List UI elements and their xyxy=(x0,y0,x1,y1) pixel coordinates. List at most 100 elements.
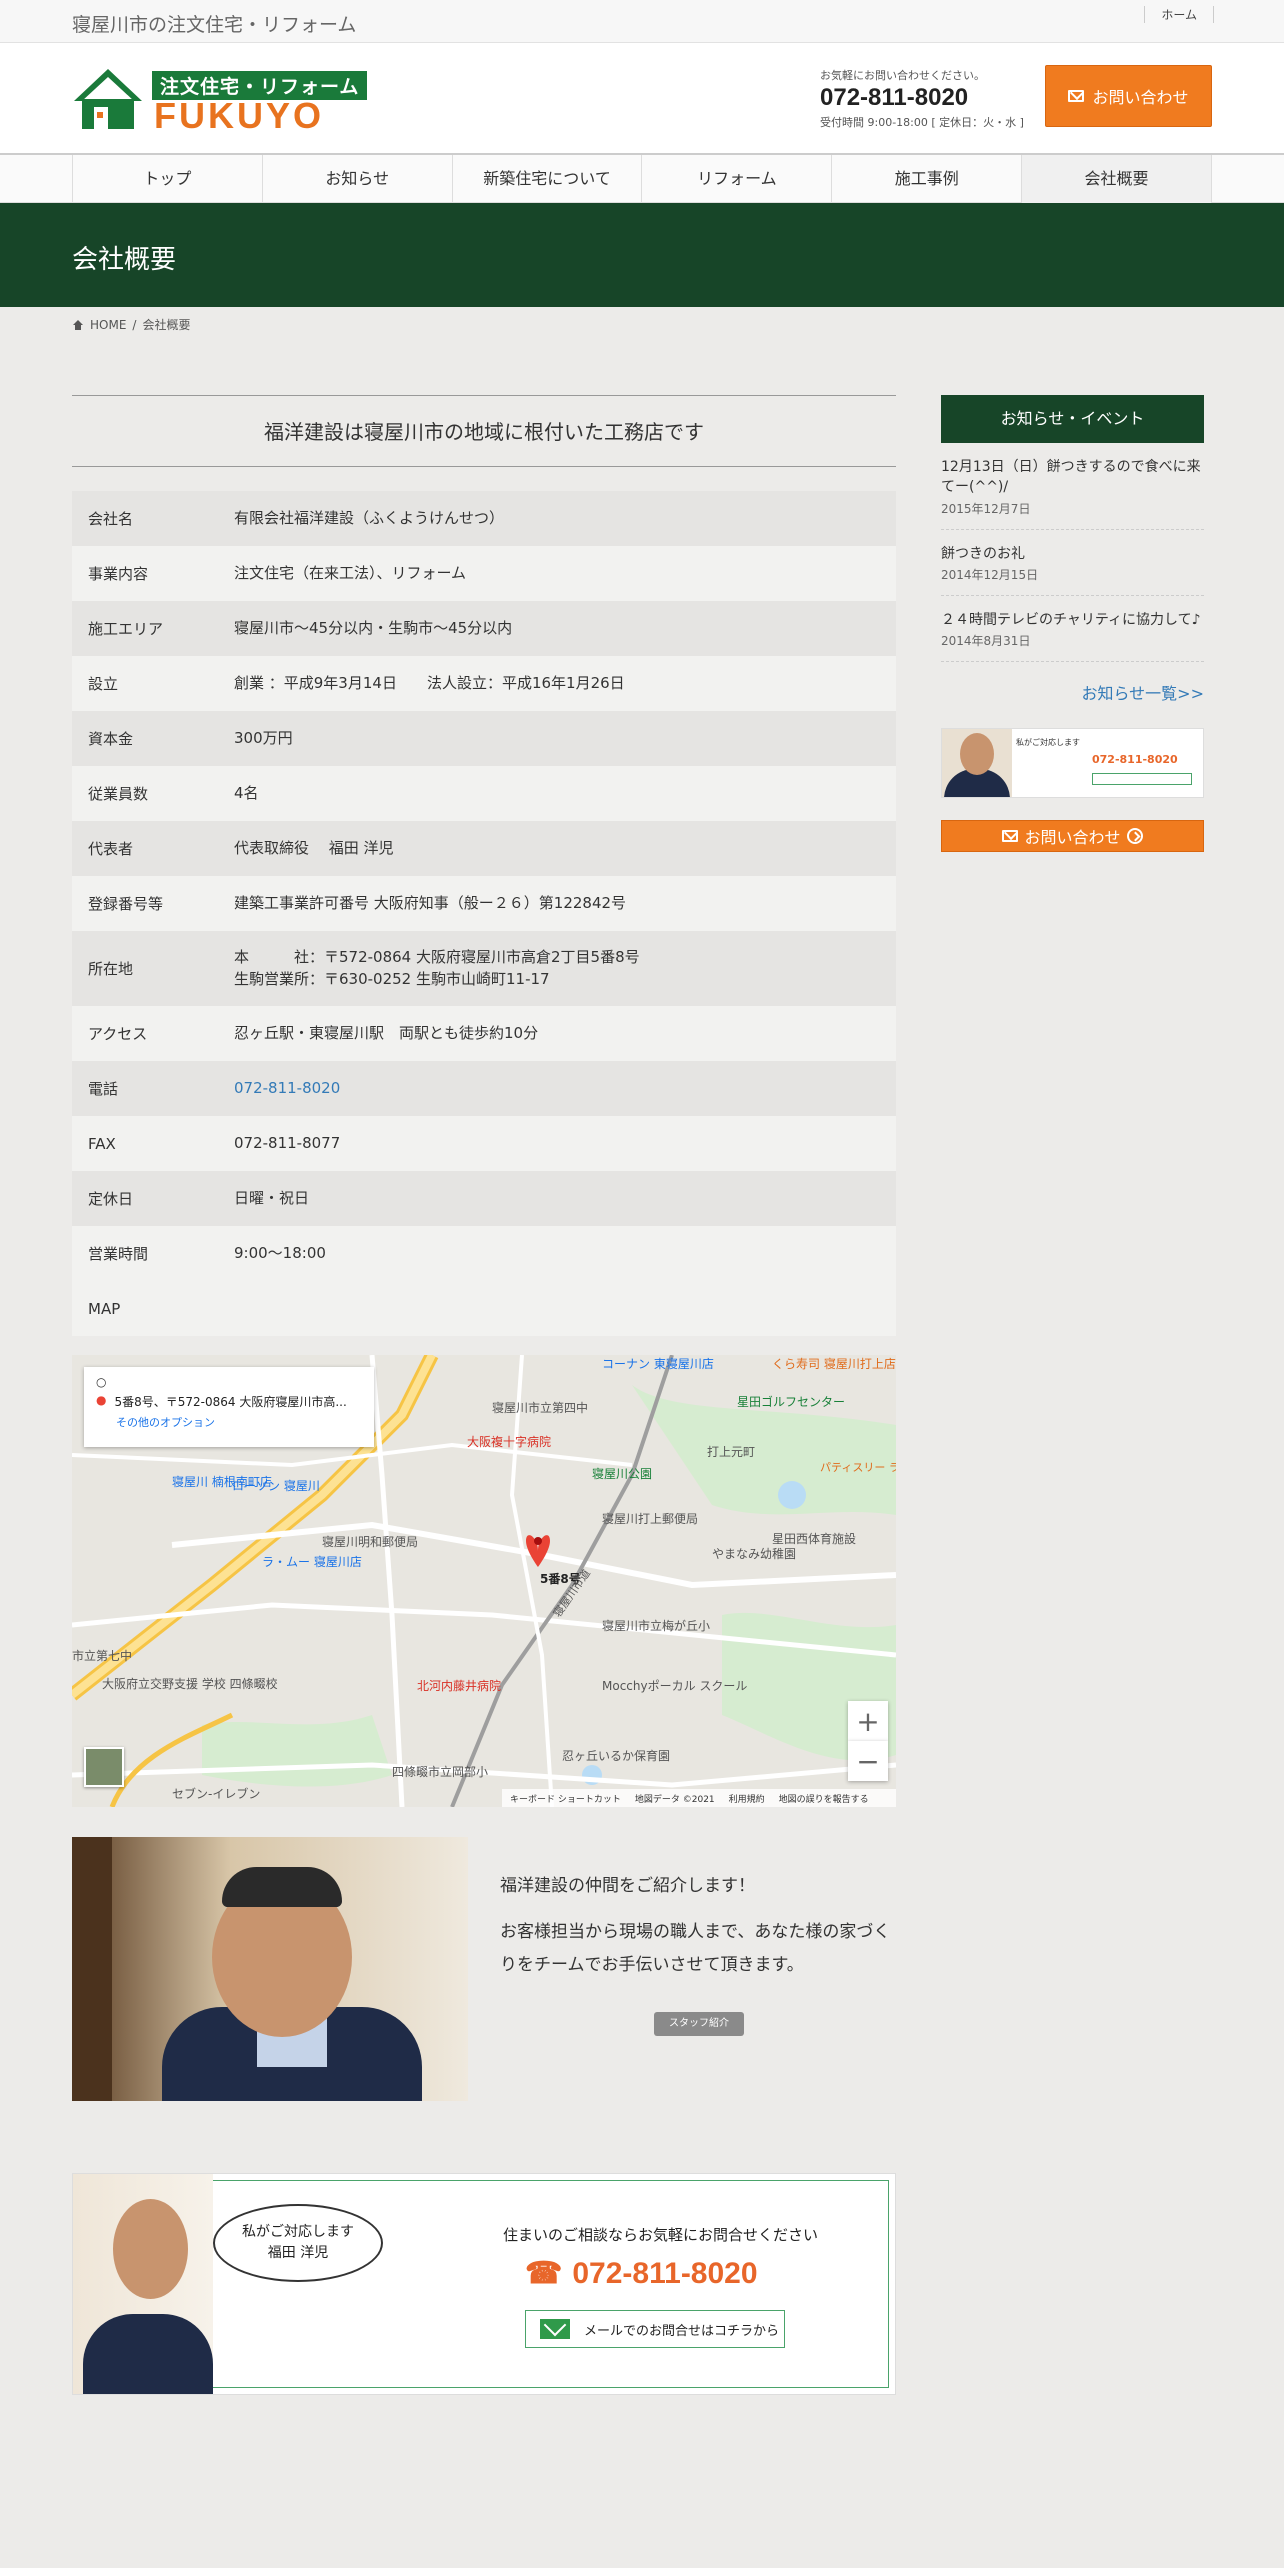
address-head-office: 本 社：〒572-0864 大阪府寝屋川市高倉2丁目5番8号 xyxy=(234,947,640,966)
phone-link[interactable]: 072-811-8020 xyxy=(234,1079,340,1097)
staff-intro-button[interactable]: スタッフ紹介 xyxy=(654,2012,744,2036)
map-zoom-in-button[interactable]: + xyxy=(848,1701,888,1741)
map-label: 打上元町 xyxy=(707,1445,756,1459)
location-pin-icon: ● xyxy=(96,1393,107,1407)
map-data-credit: 地図データ ©2021 xyxy=(634,1794,715,1805)
staff-intro: 福洋建設の仲間をご紹介します！ お客様担当から現場の職人まで、あなた様の家づくり… xyxy=(500,1870,896,1995)
row-value: 4名 xyxy=(234,783,259,802)
nav-item-reform[interactable]: リフォーム xyxy=(641,155,831,203)
map-keyboard-shortcuts-link[interactable]: キーボード ショートカット xyxy=(510,1792,621,1805)
table-row: アクセス 忍ヶ丘駅・東寝屋川駅 両駅とも徒歩約10分 xyxy=(72,1006,896,1061)
news-list-link[interactable]: お知らせ一覧>> xyxy=(941,680,1205,704)
company-lead-title: 福洋建設は寝屋川市の地域に根付いた工務店です xyxy=(72,395,896,467)
table-row: 登録番号等 建築工事業許可番号 大阪府知事（般ー２６）第122842号 xyxy=(72,876,896,931)
map-label: 寝屋川明和郵便局 xyxy=(322,1535,419,1549)
map-label: 寝屋川市立第四中 xyxy=(492,1401,589,1415)
breadcrumb-home[interactable]: HOME xyxy=(90,318,126,332)
map-terms-link[interactable]: 利用規約 xyxy=(729,1792,765,1805)
nav-item-top[interactable]: トップ xyxy=(72,155,262,203)
contact-banner[interactable]: 私がご対応します 福田 洋児 住まいのご相談ならお気軽にお問合せください ☎ 0… xyxy=(72,2173,896,2395)
nav-item-news[interactable]: お知らせ xyxy=(261,155,452,203)
map-zoom-out-button[interactable]: − xyxy=(848,1741,888,1781)
news-title[interactable]: 餅つきのお礼 xyxy=(941,544,1204,564)
sidebar-contact-button[interactable]: お問い合わせ xyxy=(941,820,1204,853)
sidebar-banner-mail-box xyxy=(1092,773,1192,786)
nav-item-new-homes[interactable]: 新築住宅について xyxy=(451,155,642,203)
header-contact-button[interactable]: お問い合わせ xyxy=(1045,65,1212,127)
map-label: 星田ゴルフセンター xyxy=(737,1395,846,1409)
map-label: ローソン 寝屋川 xyxy=(232,1479,320,1493)
nav-item-works[interactable]: 施工事例 xyxy=(831,155,1021,203)
address-ikoma-office: 生駒営業所：〒630-0252 生駒市山崎町11-17 xyxy=(234,969,550,988)
nav-item-company[interactable]: 会社概要 xyxy=(1021,155,1212,203)
news-title[interactable]: ２４時間テレビのチャリティに協力して♪ xyxy=(941,610,1204,630)
main-content: 福洋建設は寝屋川市の地域に根付いた工務店です 会社名 有限会社福洋建設（ふくようけ… xyxy=(72,395,896,1336)
sidebar-banner-lead: 私がご対応します xyxy=(1016,738,1080,748)
page-title: 会社概要 xyxy=(72,245,177,275)
news-date: 2014年8月31日 xyxy=(941,634,1031,649)
row-label: アクセス xyxy=(88,1025,148,1043)
row-label: 定休日 xyxy=(88,1190,134,1208)
breadcrumb-separator: / xyxy=(132,317,137,332)
map-satellite-toggle[interactable] xyxy=(84,1747,124,1787)
row-label: 施工エリア xyxy=(88,620,164,638)
sidebar-banner-face xyxy=(960,733,994,776)
site-logo[interactable]: 注文住宅・リフォーム FUKUYO xyxy=(72,67,368,136)
table-row: 会社名 有限会社福洋建設（ふくようけんせつ） xyxy=(72,491,896,546)
news-title[interactable]: 12月13日（日）餅つきするので食べに来てー(^^)/ xyxy=(941,457,1204,498)
row-value: 忍ヶ丘駅・東寝屋川駅 両駅とも徒歩約10分 xyxy=(234,1023,539,1042)
map-card-address-line: ● 5番8号、〒572-0864 大阪府寝屋川市高... xyxy=(96,1393,362,1410)
table-row: 施工エリア 寝屋川市～45分以内・生駒市～45分以内 xyxy=(72,601,896,656)
banner-phone-number: 072-811-8020 xyxy=(572,2256,758,2290)
mail-icon xyxy=(540,2319,570,2339)
sidebar-contact-label: お問い合わせ xyxy=(1024,828,1121,848)
map-card-options-link[interactable]: その他のオプション xyxy=(96,1414,362,1430)
business-hours: 受付時間 9:00-18:00 [ 定休日：火・水 ] xyxy=(820,116,1024,129)
row-value: 9:00～18:00 xyxy=(234,1243,326,1262)
bubble-line-2: 福田 洋児 xyxy=(267,2245,329,2261)
breadcrumb: HOME / 会社概要 xyxy=(72,316,190,333)
arrow-circle-icon xyxy=(1126,828,1143,845)
news-item[interactable]: 12月13日（日）餅つきするので食べに来てー(^^)/ 2015年12月7日 xyxy=(941,443,1204,530)
top-nav-home-link[interactable]: ホーム xyxy=(1144,6,1214,23)
global-nav: トップ お知らせ 新築住宅について リフォーム 施工事例 会社概要 xyxy=(0,153,1284,203)
company-info-table: 会社名 有限会社福洋建設（ふくようけんせつ） 事業内容 注文住宅（在来工法）、リフォ… xyxy=(72,491,896,1336)
map-label: パティスリー ラ・ヴィエイユ xyxy=(820,1461,896,1474)
breadcrumb-current: 会社概要 xyxy=(142,318,191,332)
map-report-error-link[interactable]: 地図の誤りを報告する xyxy=(779,1792,869,1805)
table-row: 設立 創業 ：平成9年3月14日 法人設立：平成16年1月26日 xyxy=(72,656,896,711)
banner-mail-button[interactable]: メールでのお問合せはコチラから xyxy=(525,2310,785,2348)
row-label: 資本金 xyxy=(88,730,134,748)
news-item[interactable]: 餅つきのお礼 2014年12月15日 xyxy=(941,530,1204,596)
row-value: 有限会社福洋建設（ふくようけんせつ） xyxy=(234,508,505,527)
map-label: くら寿司 寝屋川打上店 xyxy=(772,1357,896,1371)
row-label: MAP xyxy=(88,1299,121,1318)
news-date: 2015年12月7日 xyxy=(941,501,1031,516)
phone-icon: ☎ xyxy=(525,2257,563,2290)
row-value: 創業 ：平成9年3月14日 法人設立：平成16年1月26日 xyxy=(234,673,625,692)
table-row: 所在地 本 社：〒572-0864 大阪府寝屋川市高倉2丁目5番8号 生駒営業所：〒… xyxy=(72,931,896,1006)
map-label: コーナン 東寝屋川店 xyxy=(602,1357,714,1371)
table-row: 資本金 300万円 xyxy=(72,711,896,766)
banner-phone[interactable]: ☎ 072-811-8020 xyxy=(525,2256,758,2291)
header-contact-button-label: お問い合わせ xyxy=(1092,88,1189,107)
row-label: 従業員数 xyxy=(88,785,149,803)
header-phone-number[interactable]: 072-811-8020 xyxy=(820,84,1030,112)
table-row: 従業員数 4名 xyxy=(72,766,896,821)
table-row: 電話 072-811-8020 xyxy=(72,1061,896,1116)
row-label: 電話 xyxy=(88,1080,119,1098)
sidebar-news-title: お知らせ・イベント xyxy=(941,395,1204,443)
row-label: 会社名 xyxy=(88,510,134,528)
sidebar-contact-banner[interactable]: 私がご対応します 072-811-8020 xyxy=(941,728,1204,799)
banner-lead: 住まいのご相談ならお気軽にお問合せください xyxy=(503,2226,819,2244)
news-item[interactable]: ２４時間テレビのチャリティに協力して♪ 2014年8月31日 xyxy=(941,596,1204,663)
table-row: MAP xyxy=(72,1281,896,1336)
staff-intro-heading: 福洋建設の仲間をご紹介します！ xyxy=(500,1876,755,1896)
row-value xyxy=(234,1281,896,1336)
google-map[interactable]: 5番8号 コーナン 東寝屋川店 くら寿司 寝屋川打上店 寝屋川市立第四中 星田ゴ… xyxy=(72,1355,896,1807)
staff-intro-body: お客様担当から現場の職人まで、あなた様の家づくりをチームでお手伝いさせて頂きます… xyxy=(500,1922,891,1975)
table-row: 代表者 代表取締役 福田 洋児 xyxy=(72,821,896,876)
row-label: 設立 xyxy=(88,675,119,693)
map-label: 四條畷市立岡部小 xyxy=(392,1765,489,1779)
top-strip: 寝屋川市の注文住宅・リフォーム ホーム xyxy=(0,0,1284,43)
